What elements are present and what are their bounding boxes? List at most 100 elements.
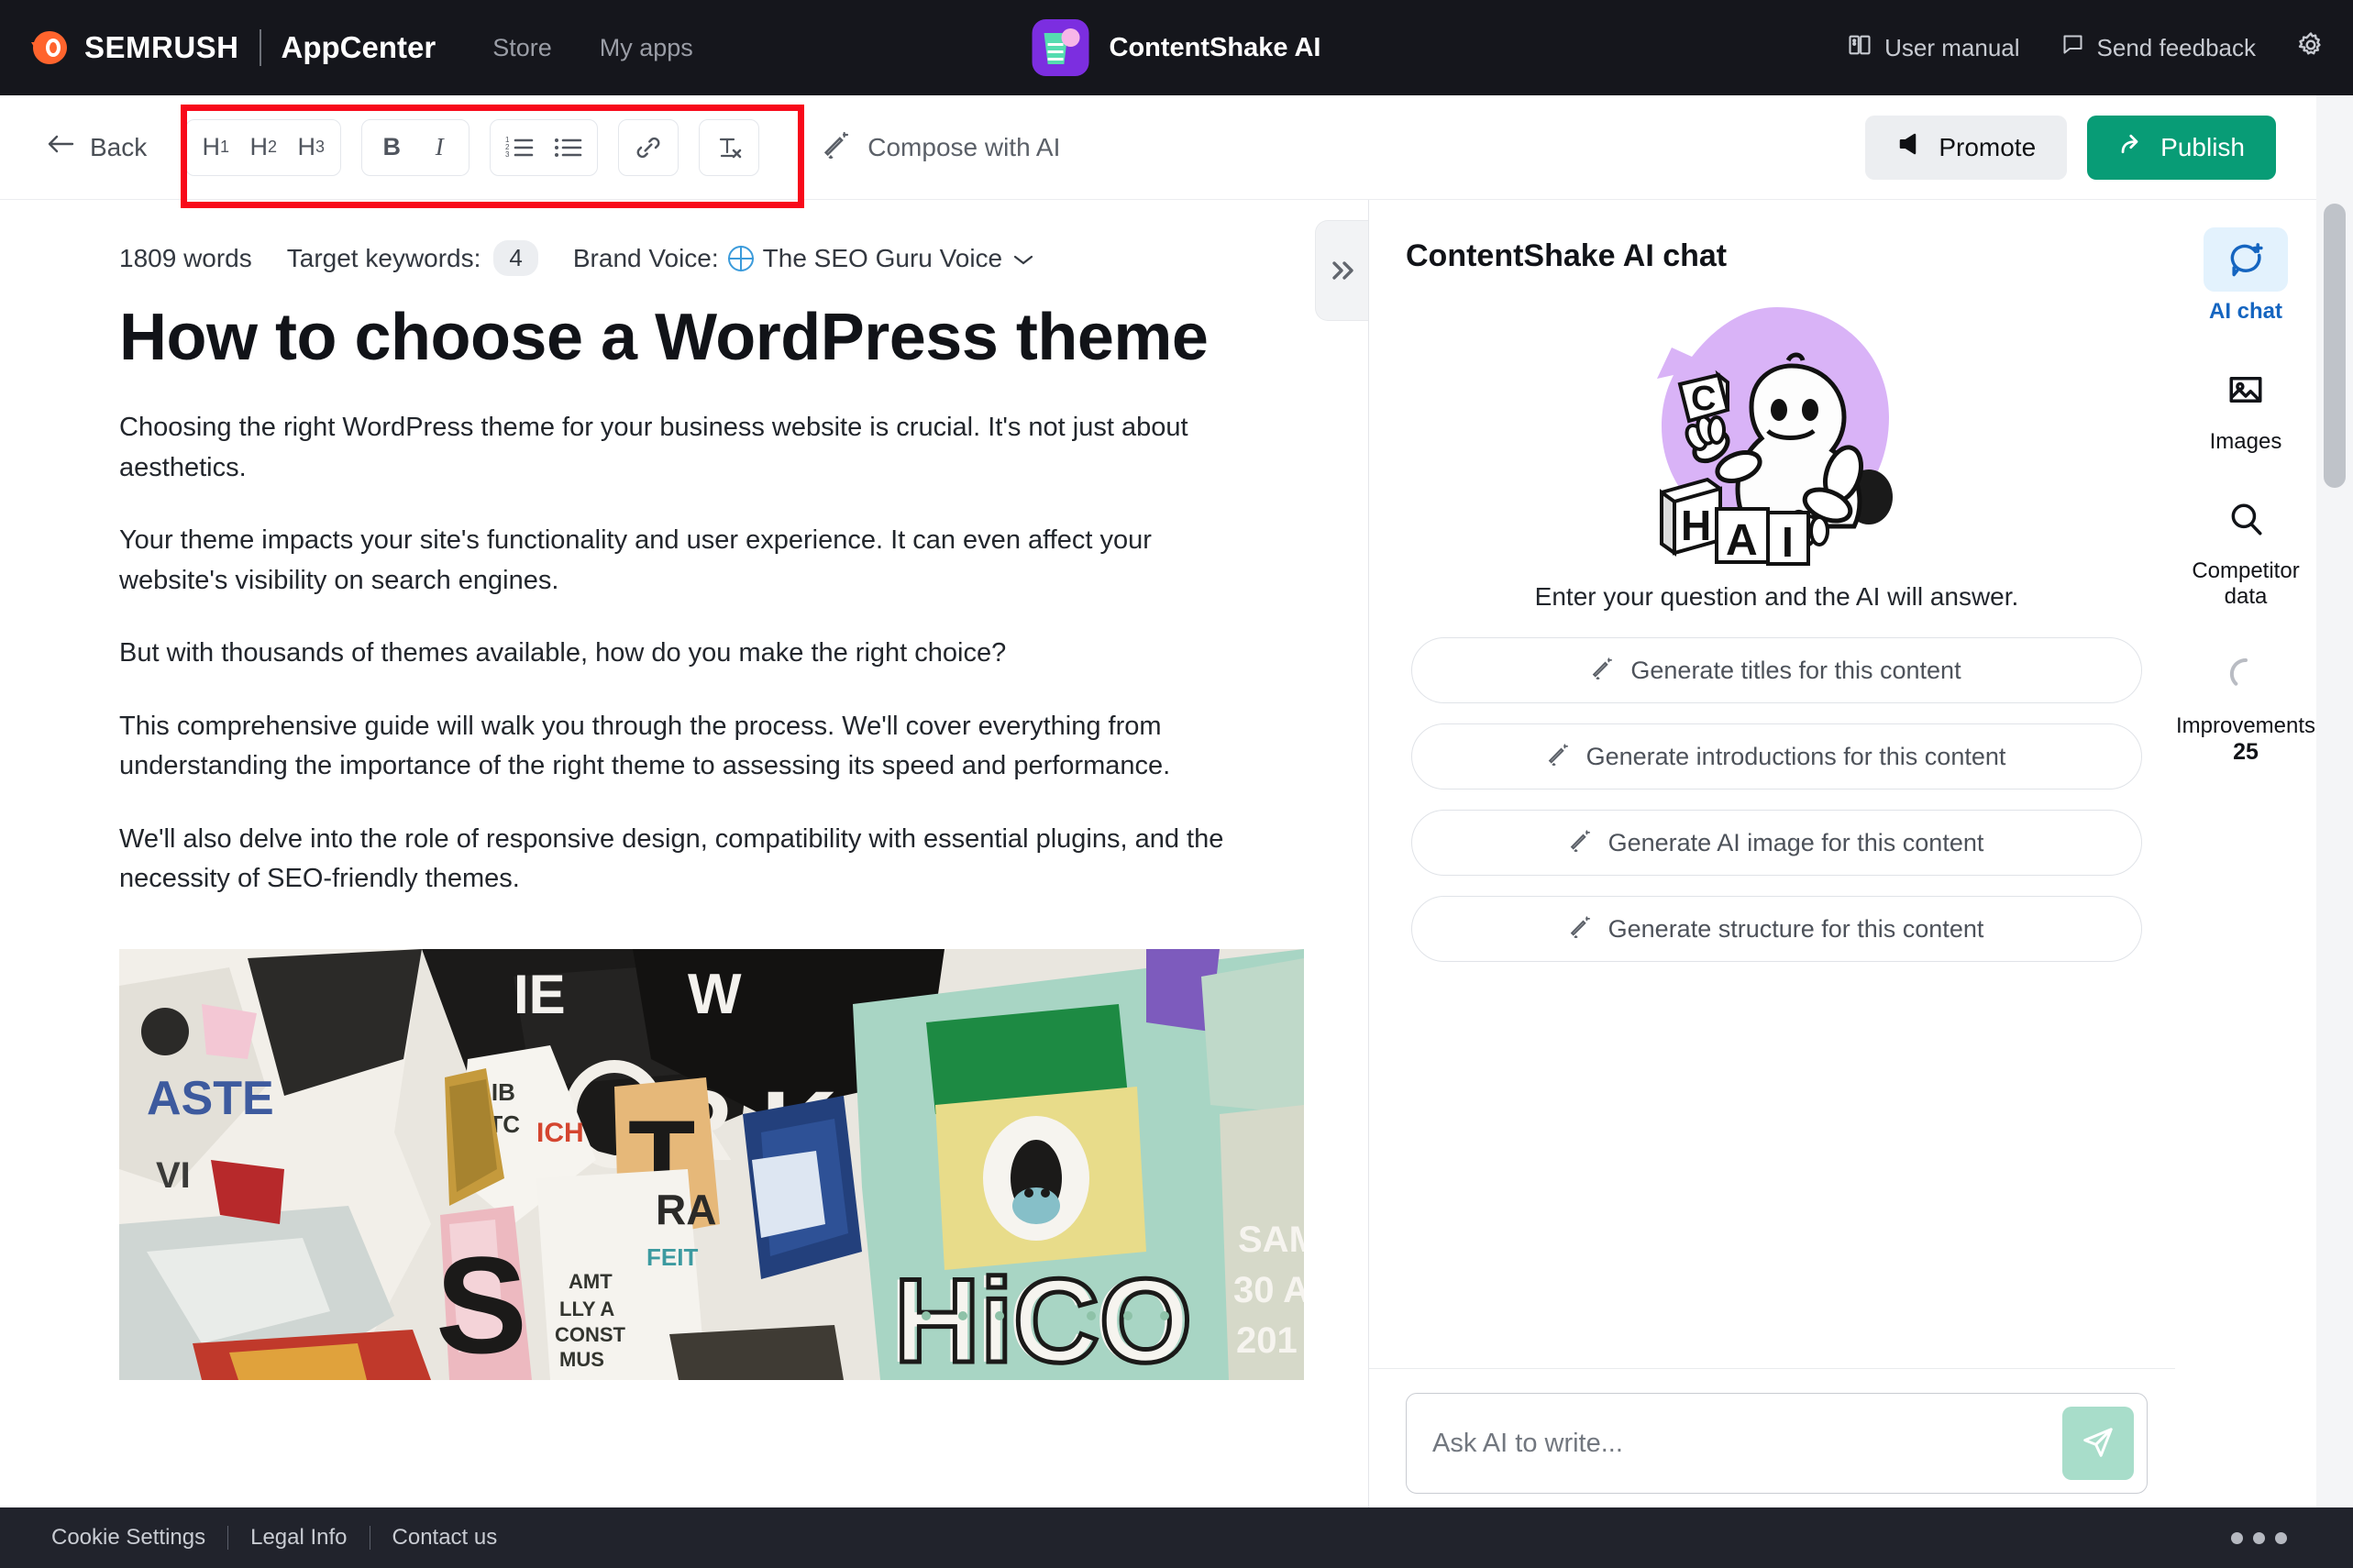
- editor-toolbar: Back H1 H2 H3 B I 1 2 3 Compose with AI …: [0, 95, 2316, 200]
- promote-label: Promote: [1939, 132, 2037, 161]
- footer-links: Cookie Settings Legal Info Contact us: [51, 1525, 497, 1551]
- footer-link-cookie-settings[interactable]: Cookie Settings: [51, 1525, 205, 1551]
- suggestion-label: Generate structure for this content: [1607, 914, 1984, 943]
- app-title-block: ContentShake AI: [1032, 19, 1321, 76]
- document-paragraph[interactable]: We'll also delve into the role of respon…: [119, 820, 1249, 900]
- document-editor-column[interactable]: 1809 words Target keywords: 4 Brand Voic…: [0, 200, 1368, 1521]
- megaphone-icon: [1896, 130, 1924, 164]
- svg-text:ICH: ICH: [536, 1118, 584, 1148]
- chevron-down-icon: [1011, 244, 1035, 273]
- svg-text:W: W: [688, 963, 742, 1026]
- heading-2-button[interactable]: H2: [239, 124, 287, 171]
- page-footer: Cookie Settings Legal Info Contact us: [0, 1507, 2353, 1568]
- footer-separator: [227, 1526, 229, 1550]
- page-title[interactable]: How to choose a WordPress theme: [0, 276, 1368, 375]
- suggestion-label: Generate titles for this content: [1630, 656, 1961, 684]
- speech-bubble-icon: [2060, 32, 2085, 63]
- svg-text:S: S: [436, 1228, 527, 1380]
- main-area: 1809 words Target keywords: 4 Brand Voic…: [0, 200, 2316, 1521]
- rail-item-competitor-data[interactable]: Competitor data: [2182, 487, 2310, 609]
- more-dots-icon[interactable]: [2231, 1531, 2287, 1544]
- text-style-group: B I: [361, 118, 470, 176]
- loading-spinner-icon: [2204, 642, 2288, 706]
- toolbar-right-actions: Promote Publish: [1865, 115, 2276, 180]
- rail-item-ai-chat[interactable]: AI chat: [2182, 227, 2310, 325]
- user-manual-button[interactable]: User manual: [1847, 32, 2020, 64]
- back-button[interactable]: Back: [46, 132, 147, 162]
- chat-input-area: [1369, 1368, 2184, 1521]
- send-feedback-label: Send feedback: [2096, 33, 2256, 61]
- settings-button[interactable]: [2296, 30, 2325, 66]
- page-scrollbar-track[interactable]: [2316, 95, 2353, 1521]
- ai-chat-icon: [2204, 227, 2288, 292]
- clear-format-group: [699, 118, 760, 176]
- italic-button[interactable]: I: [415, 124, 463, 171]
- list-group: 1 2 3: [490, 118, 599, 176]
- chat-input[interactable]: [1432, 1428, 2062, 1459]
- rail-label-improvements: Improvements: [2175, 713, 2316, 739]
- svg-text:AMT: AMT: [569, 1270, 613, 1293]
- target-keywords-label: Target keywords:: [286, 243, 481, 272]
- svg-text:VI: VI: [156, 1155, 191, 1196]
- promote-button[interactable]: Promote: [1865, 115, 2068, 180]
- suggestion-generate-structure[interactable]: Generate structure for this content: [1411, 896, 2142, 962]
- heading-1-button[interactable]: H1: [192, 124, 239, 171]
- image-icon: [2204, 358, 2288, 422]
- nav-link-store[interactable]: Store: [492, 34, 552, 62]
- back-label: Back: [90, 132, 148, 161]
- contentshake-app-icon: [1032, 19, 1089, 76]
- rail-item-images[interactable]: Images: [2182, 358, 2310, 455]
- svg-text:SAM: SAM: [1238, 1220, 1304, 1260]
- rail-item-improvements[interactable]: Improvements 25: [2176, 642, 2315, 766]
- document-paragraph[interactable]: Choosing the right WordPress theme for y…: [119, 408, 1249, 488]
- send-message-button[interactable]: [2062, 1407, 2134, 1480]
- gear-icon: [2296, 30, 2325, 66]
- document-paragraph[interactable]: This comprehensive guide will walk you t…: [119, 707, 1249, 787]
- chat-input-wrapper[interactable]: [1406, 1393, 2148, 1494]
- footer-link-contact-us[interactable]: Contact us: [392, 1525, 498, 1551]
- send-feedback-button[interactable]: Send feedback: [2060, 32, 2256, 63]
- bold-button[interactable]: B: [368, 124, 415, 171]
- chat-hint-text: Enter your question and the AI will answ…: [1534, 582, 2019, 611]
- footer-link-legal-info[interactable]: Legal Info: [250, 1525, 347, 1551]
- nav-link-my-apps[interactable]: My apps: [600, 34, 693, 62]
- svg-text:C: C: [1691, 380, 1716, 418]
- document-paragraph[interactable]: But with thousands of themes available, …: [119, 634, 1249, 674]
- ordered-list-icon[interactable]: 1 2 3: [496, 124, 544, 171]
- brand-voice-value: The SEO Guru Voice: [762, 243, 1003, 272]
- document-paragraph[interactable]: Your theme impacts your site's functiona…: [119, 521, 1249, 601]
- target-keywords[interactable]: Target keywords: 4: [287, 240, 538, 276]
- formatting-groups: H1 H2 H3 B I 1 2 3: [185, 118, 760, 176]
- link-icon[interactable]: [624, 124, 672, 171]
- suggestion-generate-titles[interactable]: Generate titles for this content: [1411, 637, 2142, 703]
- brand-voice-selector[interactable]: Brand Voice: The SEO Guru Voice: [573, 244, 1035, 273]
- document-image[interactable]: ASTE VI IE W R K LIB ETC ICH: [119, 948, 1304, 1380]
- semrush-wordmark: SEMRUSH: [84, 30, 239, 64]
- primary-nav-links: Store My apps: [492, 34, 693, 62]
- clear-formatting-icon[interactable]: [705, 124, 753, 171]
- brand-block[interactable]: SEMRUSH AppCenter: [29, 27, 436, 69]
- collapse-panel-button[interactable]: [1315, 220, 1368, 321]
- share-arrow-icon: [2118, 130, 2146, 164]
- suggestion-generate-ai-image[interactable]: Generate AI image for this content: [1411, 810, 2142, 876]
- app-title-text: ContentShake AI: [1109, 32, 1321, 62]
- compose-label: Compose with AI: [867, 132, 1061, 161]
- publish-button[interactable]: Publish: [2087, 115, 2276, 180]
- svg-text:201: 201: [1236, 1320, 1298, 1361]
- compose-with-ai-button[interactable]: Compose with AI: [823, 129, 1060, 165]
- page-scrollbar-thumb[interactable]: [2324, 204, 2346, 488]
- heading-group: H1 H2 H3: [185, 118, 342, 176]
- document-body[interactable]: Choosing the right WordPress theme for y…: [0, 408, 1368, 900]
- target-keywords-count: 4: [493, 240, 538, 276]
- svg-text:30 A: 30 A: [1233, 1270, 1304, 1310]
- suggestion-generate-introductions[interactable]: Generate introductions for this content: [1411, 723, 2142, 790]
- ai-chat-panel: ContentShake AI chat C H A I Enter your …: [1368, 200, 2184, 1521]
- arrow-left-icon: [46, 132, 75, 162]
- svg-text:LLY A: LLY A: [559, 1297, 614, 1320]
- improvements-count: 25: [2233, 738, 2259, 765]
- svg-text:ASTE: ASTE: [147, 1072, 274, 1125]
- bulleted-list-icon[interactable]: [544, 124, 591, 171]
- appcenter-wordmark: AppCenter: [281, 30, 436, 64]
- heading-3-button[interactable]: H3: [287, 124, 335, 171]
- magic-wand-icon: [1570, 914, 1594, 944]
